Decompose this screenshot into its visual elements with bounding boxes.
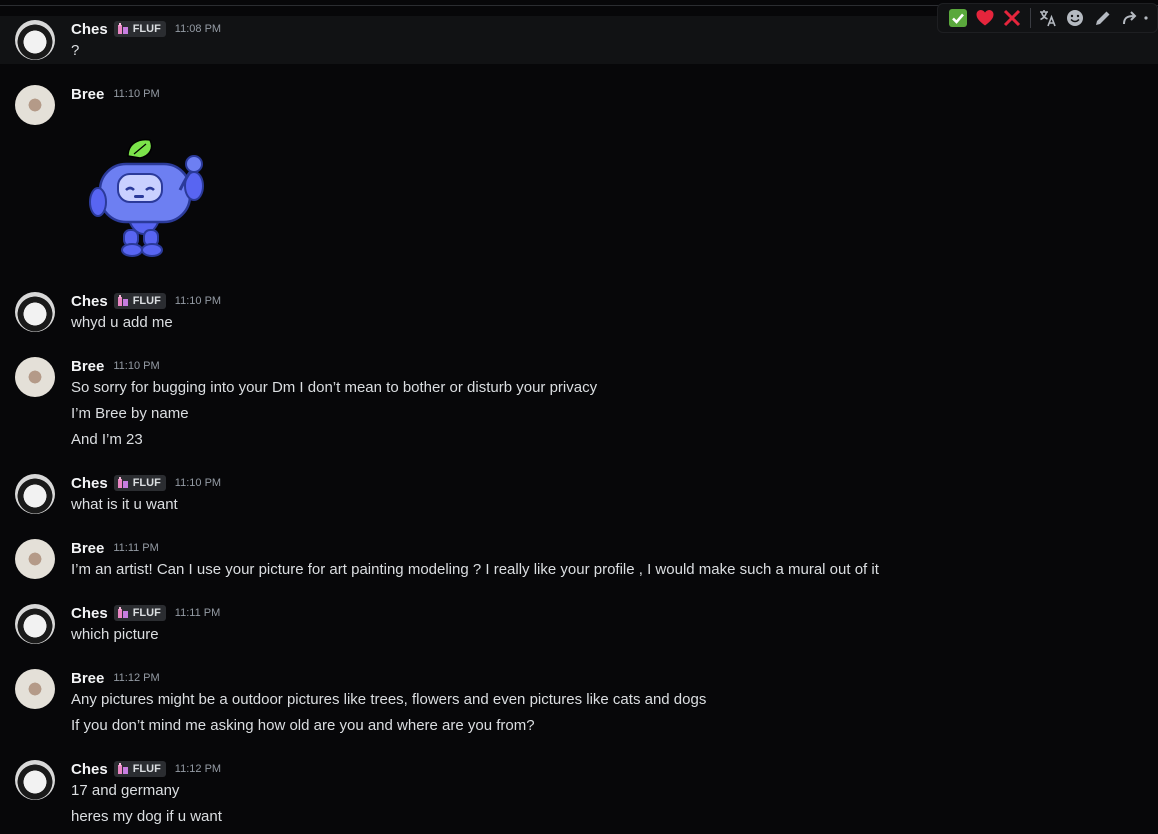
message-text: And I’m 23	[71, 431, 143, 448]
username[interactable]: Ches	[71, 761, 108, 778]
guild-tag-icon	[117, 763, 128, 774]
timestamp[interactable]: 11:08 PM	[175, 23, 221, 35]
username[interactable]: Ches	[71, 605, 108, 622]
edit-icon	[1095, 11, 1110, 25]
timestamp[interactable]: 11:12 PM	[175, 763, 221, 775]
message-text: Any pictures might be a outdoor pictures…	[71, 691, 707, 708]
username[interactable]: Ches	[71, 21, 108, 38]
toolbar-divider	[1029, 8, 1031, 28]
heart-icon	[976, 10, 994, 26]
timestamp[interactable]: 11:10 PM	[113, 88, 159, 100]
avatar[interactable]	[15, 474, 55, 514]
message[interactable]: Ches FLUF 11:11 PM which picture	[0, 600, 1158, 650]
more-icon	[1144, 16, 1148, 20]
username[interactable]: Bree	[71, 540, 104, 557]
avatar[interactable]	[15, 292, 55, 332]
guild-tag-icon	[117, 295, 128, 306]
guild-tag-icon	[117, 23, 128, 34]
avatar[interactable]	[15, 604, 55, 644]
check-mark-icon	[948, 9, 967, 27]
message[interactable]: Ches FLUF 11:12 PM 17 and germany heres …	[0, 756, 1158, 834]
guild-tag-label: FLUF	[132, 763, 161, 775]
message-text: ?	[71, 42, 80, 59]
guild-tag[interactable]: FLUF	[113, 475, 166, 491]
username[interactable]: Bree	[71, 670, 104, 687]
avatar[interactable]	[15, 539, 55, 579]
message-text: I’m Bree by name	[71, 405, 189, 422]
message-text: So sorry for bugging into your Dm I don’…	[71, 379, 598, 396]
username[interactable]: Ches	[71, 475, 108, 492]
more-button[interactable]	[1143, 4, 1157, 32]
timestamp[interactable]: 11:12 PM	[113, 672, 159, 684]
guild-tag-label: FLUF	[132, 477, 161, 489]
avatar[interactable]	[15, 85, 55, 125]
guild-tag[interactable]: FLUF	[113, 293, 166, 309]
username[interactable]: Bree	[71, 86, 104, 103]
guild-tag[interactable]: FLUF	[113, 21, 166, 37]
message-text: whyd u add me	[71, 314, 173, 331]
cross-mark-reaction[interactable]	[998, 4, 1025, 32]
avatar[interactable]	[15, 760, 55, 800]
message[interactable]: Bree 11:12 PM Any pictures might be a ou…	[0, 665, 1158, 741]
cross-mark-icon	[1003, 9, 1021, 27]
translate-icon	[1040, 10, 1056, 27]
username[interactable]: Ches	[71, 293, 108, 310]
message[interactable]: Bree 11:11 PM I’m an artist! Can I use y…	[0, 535, 1158, 585]
guild-tag-label: FLUF	[132, 295, 161, 307]
heart-reaction[interactable]	[971, 4, 998, 32]
timestamp[interactable]: 11:10 PM	[175, 295, 221, 307]
message-actions-toolbar	[937, 3, 1158, 33]
message-text: what is it u want	[71, 496, 178, 513]
timestamp[interactable]: 11:10 PM	[175, 477, 221, 489]
add-reaction-icon	[1067, 10, 1084, 26]
guild-tag-icon	[117, 607, 128, 618]
forward-icon	[1122, 11, 1137, 25]
avatar[interactable]	[15, 20, 55, 60]
avatar[interactable]	[15, 357, 55, 397]
message-text: 17 and germany	[71, 782, 180, 799]
translate-button[interactable]	[1035, 4, 1062, 32]
message-text: heres my dog if u want	[71, 808, 222, 825]
check-mark-reaction[interactable]	[944, 4, 971, 32]
timestamp[interactable]: 11:10 PM	[113, 360, 159, 372]
edit-button[interactable]	[1089, 4, 1116, 32]
forward-button[interactable]	[1116, 4, 1143, 32]
message[interactable]: Bree 11:10 PM So sorry for bugging into …	[0, 353, 1158, 453]
message[interactable]: Ches FLUF 11:10 PM what is it u want	[0, 470, 1158, 520]
guild-tag[interactable]: FLUF	[113, 605, 166, 621]
message[interactable]: Ches FLUF 11:10 PM whyd u add me	[0, 288, 1158, 338]
message-text: which picture	[71, 626, 159, 643]
guild-tag-label: FLUF	[132, 607, 161, 619]
avatar[interactable]	[15, 669, 55, 709]
username[interactable]: Bree	[71, 358, 104, 375]
timestamp[interactable]: 11:11 PM	[113, 542, 158, 554]
guild-tag-icon	[117, 477, 128, 488]
message-text: I’m an artist! Can I use your picture fo…	[71, 561, 879, 578]
message-text: If you don’t mind me asking how old are …	[71, 717, 535, 734]
add-reaction-button[interactable]	[1062, 4, 1089, 32]
timestamp[interactable]: 11:11 PM	[175, 607, 220, 619]
guild-tag-label: FLUF	[132, 23, 161, 35]
guild-tag[interactable]: FLUF	[113, 761, 166, 777]
wumpus-sticker[interactable]	[84, 134, 208, 266]
